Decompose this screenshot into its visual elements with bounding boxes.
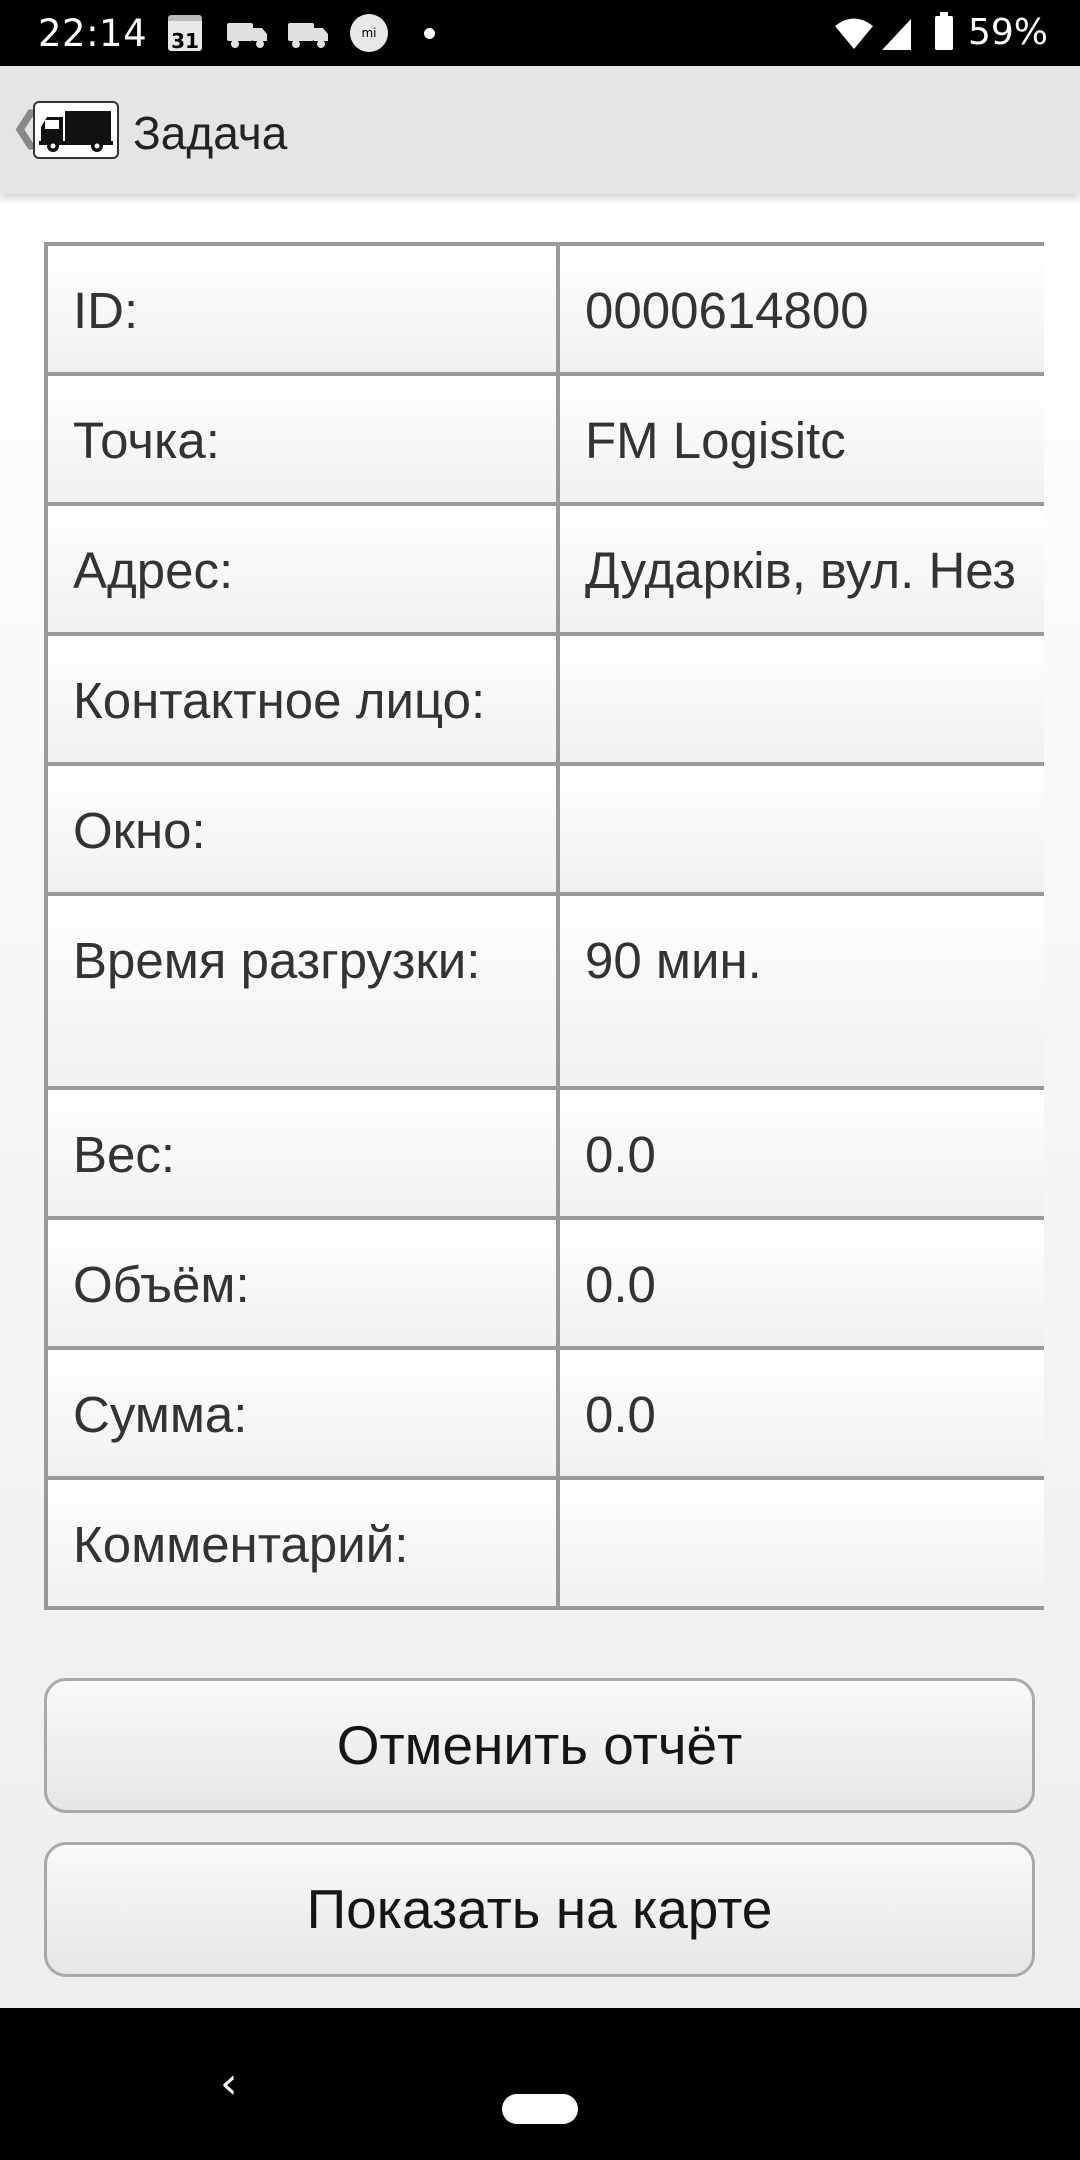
- truck-logo-icon[interactable]: [33, 101, 119, 159]
- row-value-comment: [556, 1476, 1044, 1610]
- wifi-icon: [835, 18, 873, 49]
- row-label-comment: Комментарий:: [44, 1476, 560, 1610]
- page-title: Задача: [133, 107, 288, 159]
- row-value-contact: [556, 632, 1044, 766]
- row-value-id: 0000614800: [556, 242, 1044, 376]
- show-on-map-button[interactable]: Показать на карте: [44, 1842, 1035, 1977]
- row-label-address: Адрес:: [44, 502, 560, 636]
- nav-home-pill-icon[interactable]: [502, 2094, 578, 2124]
- row-label-volume: Объём:: [44, 1216, 560, 1350]
- table-row: Вес: 0.0: [44, 1086, 1044, 1220]
- row-label-window: Окно:: [44, 762, 560, 896]
- table-row: Контактное лицо:: [44, 632, 1044, 766]
- row-label-point: Точка:: [44, 372, 560, 506]
- row-value-sum: 0.0: [556, 1346, 1044, 1480]
- row-value-unload-time: 90 мин.: [556, 892, 1044, 1090]
- truck-notification-icon: [288, 23, 328, 48]
- status-bar: 22:14 31 mi 59%: [0, 0, 1080, 66]
- phone-screen: 22:14 31 mi 59% ❮ Задача ID: 0000614800 …: [0, 0, 1080, 2160]
- battery-percent: 59%: [968, 12, 1049, 53]
- row-label-sum: Сумма:: [44, 1346, 560, 1480]
- table-row: Сумма: 0.0: [44, 1346, 1044, 1480]
- row-value-volume: 0.0: [556, 1216, 1044, 1350]
- row-value-point: FM Logisitc: [556, 372, 1044, 506]
- truck-logo-graphic: [39, 111, 113, 152]
- table-row: Объём: 0.0: [44, 1216, 1044, 1350]
- row-label-id: ID:: [44, 242, 560, 376]
- row-label-weight: Вес:: [44, 1086, 560, 1220]
- app-bar: ❮ Задача: [0, 66, 1080, 194]
- table-row: Точка: FM Logisitc: [44, 372, 1044, 506]
- table-row: Комментарий:: [44, 1476, 1044, 1610]
- table-row: ID: 0000614800: [44, 242, 1044, 376]
- row-value-address: Дударків, вул. Нез: [556, 502, 1044, 636]
- row-value-weight: 0.0: [556, 1086, 1044, 1220]
- table-row: Окно:: [44, 762, 1044, 896]
- row-label-unload-time: Время разгрузки:: [44, 892, 560, 1090]
- battery-icon: [935, 12, 953, 50]
- table-row: Время разгрузки: 90 мин.: [44, 892, 1044, 1090]
- status-time: 22:14: [38, 12, 148, 55]
- cell-signal-icon: [882, 19, 911, 50]
- more-notifications-dot-icon: [424, 28, 435, 39]
- task-details-table: ID: 0000614800 Точка: FM Logisitc Адрес:…: [44, 242, 1044, 1610]
- table-row: Адрес: Дударків, вул. Нез: [44, 502, 1044, 636]
- mi-app-icon: mi: [350, 14, 388, 52]
- system-navigation-bar: ‹: [0, 2008, 1080, 2160]
- task-details-content: ID: 0000614800 Точка: FM Logisitc Адрес:…: [0, 194, 1080, 2008]
- cancel-report-button[interactable]: Отменить отчёт: [44, 1678, 1035, 1813]
- truck-notification-icon: [227, 23, 267, 48]
- row-value-window: [556, 762, 1044, 896]
- calendar-icon: 31: [168, 15, 202, 53]
- row-label-contact: Контактное лицо:: [44, 632, 560, 766]
- nav-back-icon[interactable]: ‹: [220, 2058, 238, 2109]
